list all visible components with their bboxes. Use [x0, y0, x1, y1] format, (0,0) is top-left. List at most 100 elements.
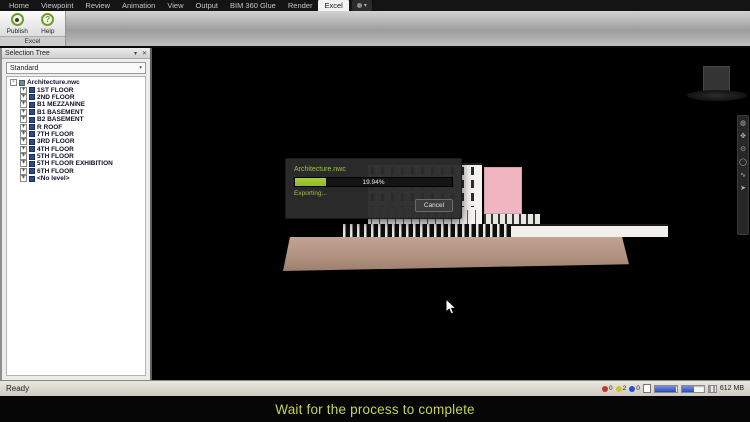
tab-output[interactable]: Output	[189, 0, 224, 11]
layer-icon	[29, 146, 35, 152]
status-bar: Ready 020 612 MB	[0, 380, 750, 396]
status-count: 0	[609, 385, 613, 392]
tab-review[interactable]: Review	[79, 0, 116, 11]
tree-item[interactable]: +7TH FLOOR	[9, 131, 145, 138]
zoom-icon[interactable]: ⊙	[740, 146, 746, 153]
tree-item[interactable]: +5TH FLOOR	[9, 153, 145, 160]
expand-icon[interactable]: +	[20, 168, 27, 175]
navigation-bar: ◍ ✥ ⊙ ◯ ∿ ➤	[737, 115, 749, 235]
expand-icon[interactable]: +	[20, 131, 27, 138]
status-right-cluster: 020 612 MB	[602, 384, 744, 393]
cancel-button[interactable]: Cancel	[415, 199, 453, 212]
layer-icon	[29, 87, 35, 93]
tree-item[interactable]: +5TH FLOOR EXHIBITION	[9, 160, 145, 167]
tree-item-label: B1 BASEMENT	[37, 109, 84, 116]
pin-icon[interactable]: ▾	[134, 51, 137, 57]
panel-title-bar: Selection Tree ▾ ✕	[2, 48, 150, 59]
export-status-text: Exporting...	[294, 190, 453, 197]
expand-icon[interactable]: +	[20, 94, 27, 101]
tree-item[interactable]: + R ROOF	[9, 123, 145, 130]
expand-icon[interactable]: +	[20, 124, 27, 131]
tree-item[interactable]: +6TH FLOOR	[9, 168, 145, 175]
layer-icon	[29, 109, 35, 115]
file-icon[interactable]	[643, 384, 651, 393]
tree-item-label: R ROOF	[37, 124, 62, 131]
tree-item-label: 3RD FLOOR	[37, 138, 75, 145]
tab-render[interactable]: Render	[282, 0, 319, 11]
view-cube-icon[interactable]	[703, 66, 730, 92]
tree-item[interactable]: + B1 BASEMENT	[9, 109, 145, 116]
tree-item[interactable]: +B1 MEZZANINE	[9, 101, 145, 108]
expand-icon[interactable]: +	[20, 87, 27, 94]
expand-icon[interactable]: +	[20, 138, 27, 145]
tree-item[interactable]: + <No level>	[9, 175, 145, 182]
tree-item-label: 7TH FLOOR	[37, 131, 74, 138]
expand-icon[interactable]: +	[20, 116, 27, 123]
memory-grid-icon	[708, 385, 717, 393]
tree-root-item[interactable]: - Architecture.nwc	[9, 79, 145, 86]
application-window: HomeViewpointReviewAnimationViewOutputBI…	[0, 0, 750, 422]
status-dot-icon	[616, 386, 622, 392]
status-dot-icon	[602, 386, 608, 392]
selection-tree: -Architecture.nwc+1ST FLOOR+2ND FLOOR+B1…	[6, 76, 146, 376]
ribbon-tab-bar: HomeViewpointReviewAnimationViewOutputBI…	[0, 0, 750, 11]
minimize-ribbon-icon: ▾	[364, 3, 367, 9]
tree-item-label: <No level>	[37, 175, 70, 182]
publish-icon	[11, 13, 24, 26]
status-indicator: 0	[629, 385, 640, 392]
tab-home[interactable]: Home	[3, 0, 35, 11]
tab-view[interactable]: View	[161, 0, 189, 11]
status-meter	[654, 385, 678, 393]
expand-icon[interactable]: +	[20, 175, 27, 182]
model-file-icon	[19, 80, 25, 86]
3d-viewport[interactable]: ◍✥⊙◯∿➤ Architecture.nwc 19.94% Exporting…	[152, 48, 750, 380]
tab-animation[interactable]: Animation	[116, 0, 161, 11]
layer-icon	[29, 176, 35, 182]
tree-item[interactable]: +3RD FLOOR	[9, 138, 145, 145]
record-dot-icon	[357, 3, 362, 8]
status-count: 0	[636, 385, 640, 392]
look-icon[interactable]: ∿	[740, 172, 746, 179]
main-area: Selection Tree ▾ ✕ Standard ▾ - Architect…	[0, 48, 750, 380]
navigation-wheel-icon[interactable]: ◍	[740, 120, 746, 127]
expand-icon[interactable]: +	[20, 101, 27, 108]
expand-icon[interactable]: +	[20, 160, 27, 167]
close-icon[interactable]: ✕	[142, 51, 147, 57]
walk-icon[interactable]: ➤	[740, 185, 746, 192]
layer-icon	[29, 131, 35, 137]
publish-button[interactable]: Publish	[4, 13, 31, 36]
tab-bim-360-glue[interactable]: BIM 360 Glue	[224, 0, 282, 11]
layer-icon	[29, 168, 35, 174]
expand-icon[interactable]: +	[20, 146, 27, 153]
tree-item-label: 2ND FLOOR	[37, 94, 75, 101]
tab-excel[interactable]: Excel	[318, 0, 348, 11]
help-icon: ?	[41, 13, 54, 26]
pan-hand-icon[interactable]: ✥	[740, 133, 746, 140]
expand-icon[interactable]: +	[20, 109, 27, 116]
tree-item-label: 1ST FLOOR	[37, 87, 73, 94]
tree-item-label: Architecture.nwc	[27, 79, 80, 86]
status-meter	[681, 385, 705, 393]
tree-item[interactable]: +1ST FLOOR	[9, 86, 145, 93]
site-platform	[283, 237, 629, 271]
ribbon-overflow-control[interactable]: ▾	[352, 0, 372, 11]
selection-mode-dropdown[interactable]: Standard ▾	[6, 62, 146, 74]
ribbon-buttons: Publish?Help	[0, 11, 65, 36]
status-meters	[654, 385, 705, 393]
tree-item[interactable]: +4TH FLOOR	[9, 146, 145, 153]
orbit-icon[interactable]: ◯	[739, 159, 747, 166]
ribbon-group-label: Excel	[0, 36, 65, 46]
tree-item-label: 5TH FLOOR EXHIBITION	[37, 160, 113, 167]
status-count: 2	[623, 385, 627, 392]
caption-bar: Wait for the process to complete	[0, 396, 750, 422]
selection-tree-panel: Selection Tree ▾ ✕ Standard ▾ - Architect…	[0, 48, 152, 380]
tree-item[interactable]: +2ND FLOOR	[9, 94, 145, 101]
tree-item-label: 5TH FLOOR	[37, 153, 74, 160]
expand-icon[interactable]: +	[20, 153, 27, 160]
layer-icon	[29, 154, 35, 160]
collapse-icon[interactable]: -	[10, 79, 17, 86]
tree-item[interactable]: +B2 BASEMENT	[9, 116, 145, 123]
tab-viewpoint[interactable]: Viewpoint	[35, 0, 79, 11]
status-ready-text: Ready	[6, 384, 29, 393]
help-button[interactable]: ?Help	[35, 13, 62, 36]
